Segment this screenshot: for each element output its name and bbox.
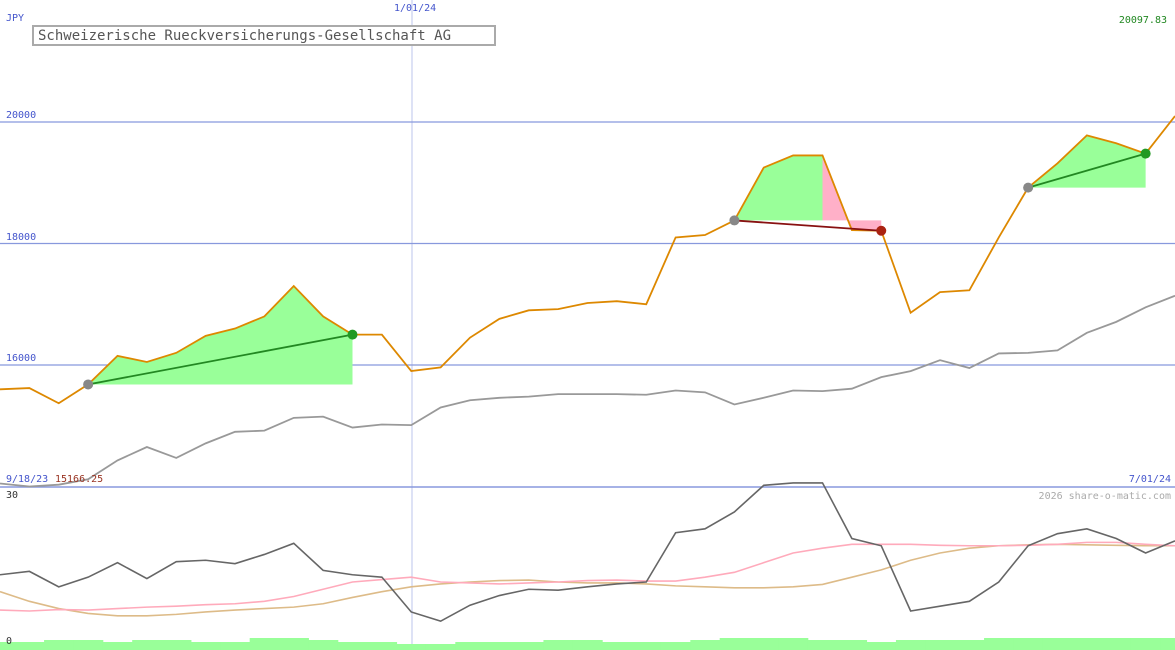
trade-gain-area-1 — [734, 155, 823, 221]
stock-chart — [0, 0, 1175, 650]
min-value-label: 15166.25 — [55, 474, 104, 485]
volume-bar-22 — [631, 642, 662, 650]
max-value-label: 20097.83 — [1118, 15, 1167, 26]
volume-bar-13 — [367, 642, 398, 650]
volume-bar-19 — [543, 640, 574, 650]
volume-bar-20 — [572, 640, 603, 650]
volume-bar-27 — [778, 638, 809, 650]
chart-title: Schweizerische Rueckversicherungs-Gesell… — [32, 25, 496, 46]
trade-exit-marker-2 — [1140, 148, 1151, 159]
volatility-line — [0, 482, 1175, 623]
volume-bar-23 — [660, 642, 691, 650]
volume-bar-30 — [866, 642, 897, 650]
volume-bar-39 — [1130, 638, 1161, 650]
volume-bar-4 — [102, 642, 133, 650]
price-grid — [0, 0, 1175, 650]
volume-bar-10 — [279, 638, 309, 650]
volume-bar-6 — [161, 640, 192, 650]
trade-entry-marker-0 — [83, 379, 94, 390]
volume-bar-1 — [14, 642, 45, 650]
trade-gain-area-2 — [1028, 135, 1146, 188]
volume-bar-28 — [807, 640, 838, 650]
trade-exit-marker-0 — [347, 329, 358, 340]
volume-bar-3 — [73, 640, 104, 650]
volume-bar-17 — [484, 642, 515, 650]
volume-bar-12 — [337, 642, 368, 650]
copyright-label: 2026 share-o-matic.com — [1038, 491, 1171, 502]
volume-bar-25 — [719, 638, 750, 650]
volume-bar-7 — [190, 642, 221, 650]
pink-indicator-line — [0, 541, 1175, 612]
volume-bar-9 — [249, 638, 280, 650]
lower-axis-min-label: 0 — [6, 636, 13, 647]
trade-exit-marker-1 — [876, 225, 887, 236]
volume-bar-29 — [837, 640, 868, 650]
volume-bar-24 — [690, 640, 721, 650]
trade-entry-marker-1 — [729, 215, 740, 226]
y-tick-label-16000: 16000 — [6, 353, 37, 364]
volume-bar-34 — [984, 638, 1014, 650]
volume-bar-38 — [1101, 638, 1132, 650]
volume-bar-37 — [1072, 638, 1103, 650]
volume-bar-11 — [308, 640, 339, 650]
volume-bar-8 — [220, 642, 251, 650]
currency-label: JPY — [6, 13, 25, 24]
marker-date-label: 1/01/24 — [394, 3, 437, 14]
lower-axis-max-label: 30 — [6, 490, 19, 501]
average-line — [0, 294, 1175, 488]
volume-bar-40 — [1160, 638, 1175, 650]
start-date-label: 9/18/23 — [6, 474, 49, 485]
volume-bar-36 — [1042, 638, 1073, 650]
volume-bar-33 — [954, 640, 985, 650]
trade-entry-marker-2 — [1023, 182, 1034, 193]
volume-bar-21 — [602, 642, 633, 650]
volume-bar-16 — [455, 642, 486, 650]
volume-bar-15 — [425, 644, 456, 650]
volume-bar-26 — [749, 638, 779, 650]
trade-gain-area-0 — [88, 286, 353, 385]
volume-bar-35 — [1013, 638, 1044, 650]
y-tick-label-20000: 20000 — [6, 110, 37, 121]
volume-bar-18 — [514, 642, 544, 650]
volume-bar-2 — [44, 640, 74, 650]
volume-bar-31 — [895, 640, 926, 650]
indicator-panel — [0, 482, 1175, 650]
y-tick-label-18000: 18000 — [6, 232, 37, 243]
volume-bar-14 — [396, 644, 427, 650]
volume-bar-5 — [132, 640, 163, 650]
end-date-label: 7/01/24 — [1128, 474, 1171, 485]
average-series — [0, 294, 1175, 488]
trade-loss-area-1 — [822, 155, 882, 231]
volume-bar-32 — [925, 640, 956, 650]
